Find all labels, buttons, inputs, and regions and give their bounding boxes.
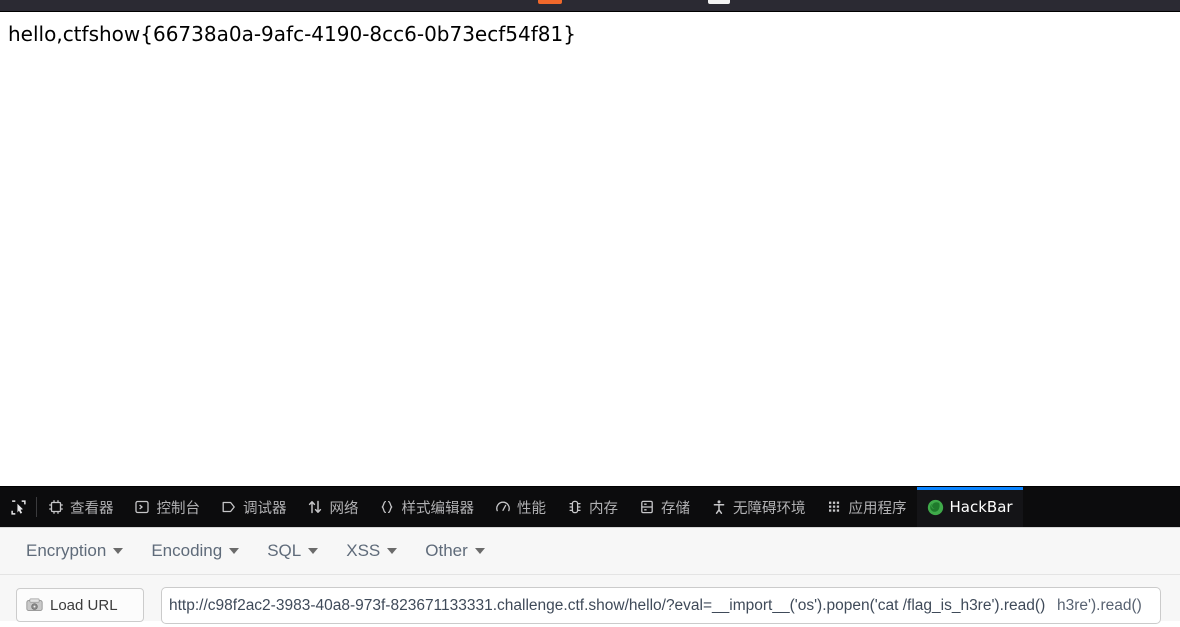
storage-icon	[638, 499, 655, 516]
hackbar-url-row: Load URL http://c98f2ac2-3983-40a8-973f-…	[0, 583, 1180, 627]
tab-underline	[210, 487, 297, 490]
hackbar-menu-encryption[interactable]: Encryption	[16, 535, 133, 567]
devtools-tab-label: 无障碍环境	[733, 500, 806, 517]
devtools-tab-performance[interactable]: 性能	[484, 487, 556, 527]
inspector-icon	[47, 499, 64, 516]
devtools-tab-label: 控制台	[156, 500, 201, 517]
tab-underline	[556, 487, 628, 490]
page-viewport: hello,ctfshow{66738a0a-9afc-4190-8cc6-0b…	[0, 12, 1180, 486]
browser-tab-strip	[0, 0, 1180, 11]
tab-indicator-white[interactable]	[708, 0, 730, 4]
drive-disk-icon	[26, 597, 43, 614]
hackbar-menu-label: Encryption	[26, 541, 107, 560]
tab-underline	[124, 487, 211, 490]
devtools-tab-label: 调试器	[243, 500, 287, 517]
devtools-tab-label: 样式编辑器	[401, 500, 475, 517]
tab-underline	[816, 487, 917, 490]
url-input-overlay-tail: h3re').read()	[1057, 596, 1142, 614]
chevron-down-icon	[387, 548, 398, 554]
tab-underline	[369, 487, 485, 490]
hackbar-menu-label: Other	[425, 541, 468, 560]
load-url-button-label: Load URL	[50, 596, 118, 614]
devtools-tab-label: 内存	[589, 500, 618, 517]
devtools-tab-label: HackBar	[949, 498, 1013, 516]
element-picker-button[interactable]	[0, 487, 36, 527]
hackbar-icon	[927, 499, 944, 516]
hackbar-menu-other[interactable]: Other	[415, 535, 495, 567]
devtools-tab-accessibility[interactable]: 无障碍环境	[700, 487, 816, 527]
devtools-tab-label: 存储	[661, 500, 690, 517]
devtools-tab-label: 性能	[517, 500, 546, 517]
accessibility-icon	[710, 499, 727, 516]
chevron-down-icon	[474, 548, 485, 554]
hackbar-menu-label: SQL	[267, 541, 302, 560]
hackbar-menubar: Encryption Encoding SQL XSS Other	[0, 528, 1180, 575]
devtools-tab-application[interactable]: 应用程序	[816, 487, 917, 527]
network-icon	[307, 499, 324, 516]
hackbar-menu-encoding[interactable]: Encoding	[141, 535, 249, 567]
devtools-tab-label: 网络	[329, 500, 359, 517]
load-url-button[interactable]: Load URL	[16, 588, 144, 622]
tab-indicator-orange[interactable]	[538, 0, 562, 4]
devtools-tab-debugger[interactable]: 调试器	[210, 487, 297, 527]
page-flag-text: hello,ctfshow{66738a0a-9afc-4190-8cc6-0b…	[8, 22, 576, 46]
element-picker-icon	[10, 499, 27, 516]
console-icon	[134, 499, 151, 516]
performance-icon	[494, 499, 511, 516]
tab-underline	[628, 487, 700, 490]
devtools-tab-label: 应用程序	[848, 500, 907, 517]
memory-icon	[566, 499, 583, 516]
style-editor-icon	[379, 499, 396, 516]
devtools-tab-style-editor[interactable]: 样式编辑器	[369, 487, 485, 527]
devtools-toolbar: 查看器 控制台 调试器 网络 样式编辑器 性能 内存 存储 无障碍环境 应用程序…	[0, 486, 1180, 527]
devtools-tab-memory[interactable]: 内存	[556, 487, 628, 527]
tab-underline	[37, 487, 124, 490]
devtools-tab-console[interactable]: 控制台	[124, 487, 211, 527]
tab-underline	[484, 487, 556, 490]
devtools-tab-network[interactable]: 网络	[297, 487, 369, 527]
chevron-down-icon	[229, 548, 240, 554]
chevron-down-icon	[113, 548, 124, 554]
hackbar-menu-sql[interactable]: SQL	[257, 535, 328, 567]
hackbar-menu-label: Encoding	[151, 541, 223, 560]
chevron-down-icon	[308, 548, 319, 554]
tab-underline-active	[916, 487, 1023, 490]
tab-underline	[297, 487, 369, 490]
hackbar-menu-xss[interactable]: XSS	[336, 535, 407, 567]
devtools-tab-label: 查看器	[70, 500, 114, 517]
devtools-tab-inspector[interactable]: 查看器	[37, 487, 124, 527]
url-input-value[interactable]: http://c98f2ac2-3983-40a8-973f-823671133…	[169, 595, 1045, 617]
tab-underline	[700, 487, 816, 490]
hackbar-panel: Encryption Encoding SQL XSS Other Load U…	[0, 527, 1180, 624]
debugger-icon	[220, 499, 237, 516]
hackbar-menu-label: XSS	[346, 541, 381, 560]
devtools-tab-storage[interactable]: 存储	[628, 487, 700, 527]
url-input[interactable]: http://c98f2ac2-3983-40a8-973f-823671133…	[161, 586, 1161, 624]
devtools-tab-hackbar[interactable]: HackBar	[916, 487, 1023, 527]
application-icon	[826, 499, 843, 516]
